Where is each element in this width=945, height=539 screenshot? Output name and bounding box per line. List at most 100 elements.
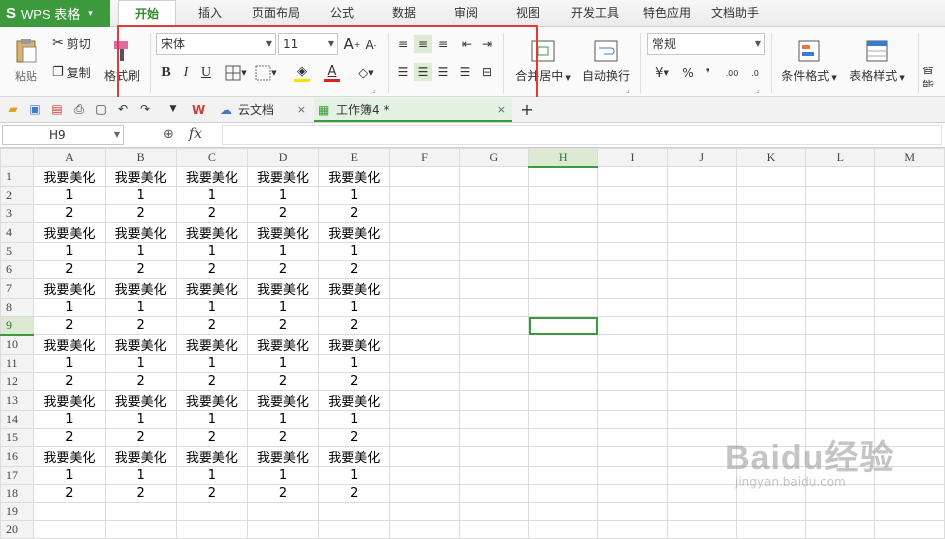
cell[interactable] <box>597 298 668 317</box>
cell[interactable] <box>874 260 945 279</box>
column-header[interactable]: H <box>528 148 599 168</box>
cell[interactable] <box>597 222 668 243</box>
cell[interactable]: 1 <box>33 298 106 317</box>
increase-decimal-button[interactable]: .00 <box>722 63 742 83</box>
cell[interactable] <box>104 520 177 539</box>
cell[interactable] <box>666 410 737 429</box>
tab-data[interactable]: 数据 <box>380 0 428 27</box>
cell[interactable]: 我要美化 <box>104 390 177 411</box>
cell[interactable] <box>597 166 668 187</box>
row-header[interactable]: 6 <box>0 260 35 279</box>
cell[interactable] <box>528 204 599 223</box>
cell[interactable]: 2 <box>318 372 391 391</box>
cell[interactable] <box>735 372 807 391</box>
cell[interactable] <box>528 298 599 317</box>
cell[interactable]: 我要美化 <box>104 446 177 467</box>
cell[interactable] <box>735 446 807 467</box>
cell[interactable] <box>805 334 876 355</box>
cell[interactable] <box>597 502 668 521</box>
cell[interactable]: 1 <box>246 298 320 317</box>
cell[interactable] <box>874 186 945 205</box>
cell[interactable] <box>666 390 737 411</box>
cell[interactable] <box>389 186 460 205</box>
cell[interactable] <box>874 372 945 391</box>
row-header[interactable]: 3 <box>0 204 35 223</box>
cell[interactable]: 2 <box>318 316 391 335</box>
copy-button[interactable]: ❐ 复制 <box>52 62 91 82</box>
cell[interactable]: 1 <box>246 466 320 485</box>
cell[interactable] <box>666 166 737 187</box>
cell[interactable] <box>735 334 807 355</box>
cell[interactable]: 1 <box>246 186 320 205</box>
cell[interactable] <box>389 484 460 503</box>
cell[interactable] <box>735 298 807 317</box>
cell[interactable] <box>528 502 599 521</box>
cell[interactable] <box>874 410 945 429</box>
cell[interactable]: 2 <box>104 316 177 335</box>
cell[interactable]: 我要美化 <box>104 334 177 355</box>
cell[interactable]: 1 <box>175 298 248 317</box>
column-header[interactable]: M <box>874 148 945 167</box>
cell[interactable] <box>389 242 460 261</box>
cell[interactable] <box>458 484 530 503</box>
cell[interactable] <box>389 278 460 299</box>
cell[interactable] <box>805 484 876 503</box>
cell[interactable]: 我要美化 <box>33 278 106 299</box>
cell[interactable]: 我要美化 <box>246 390 320 411</box>
cell[interactable] <box>458 502 530 521</box>
tab-home[interactable]: 开始 <box>118 0 176 28</box>
cell[interactable] <box>597 316 668 335</box>
cell[interactable] <box>528 334 599 355</box>
cell[interactable] <box>805 502 876 521</box>
select-all-corner[interactable] <box>0 148 35 167</box>
cell[interactable]: 2 <box>175 316 248 335</box>
cell[interactable] <box>735 520 807 539</box>
cell[interactable] <box>874 316 945 335</box>
cell[interactable]: 我要美化 <box>246 446 320 467</box>
row-header[interactable]: 13 <box>0 390 35 411</box>
cell[interactable] <box>735 186 807 205</box>
cell[interactable]: 我要美化 <box>33 222 106 243</box>
cell[interactable] <box>597 520 668 539</box>
cell[interactable] <box>389 334 460 355</box>
name-box[interactable]: H9 ▼ <box>2 125 124 145</box>
cell[interactable] <box>246 520 320 539</box>
open-file-icon[interactable]: ▰ <box>4 100 22 118</box>
cell[interactable] <box>528 222 599 243</box>
cell[interactable]: 我要美化 <box>104 278 177 299</box>
cell[interactable] <box>735 428 807 447</box>
cell[interactable]: 2 <box>175 260 248 279</box>
cell[interactable]: 1 <box>104 410 177 429</box>
cell[interactable] <box>528 520 599 539</box>
cell[interactable]: 我要美化 <box>246 334 320 355</box>
formula-input[interactable] <box>222 125 942 145</box>
cell[interactable] <box>735 316 807 335</box>
cell[interactable] <box>458 520 530 539</box>
currency-format-button[interactable]: ¥ ▼ <box>648 63 676 83</box>
wps-app-menu-button[interactable]: S WPS 表格 ▾ <box>0 0 110 27</box>
cell[interactable] <box>389 316 460 335</box>
row-header[interactable]: 9 <box>0 316 35 336</box>
cell[interactable] <box>318 520 391 539</box>
cell[interactable] <box>458 334 530 355</box>
tab-developer[interactable]: 开发工具 <box>562 0 628 27</box>
cell[interactable] <box>735 166 807 187</box>
row-header[interactable]: 1 <box>0 166 35 187</box>
cell[interactable] <box>666 446 737 467</box>
cell[interactable]: 我要美化 <box>175 446 248 467</box>
cell[interactable] <box>805 278 876 299</box>
clear-format-button[interactable]: ◇ ▼ <box>352 63 380 83</box>
cell[interactable] <box>874 334 945 355</box>
cell[interactable] <box>104 502 177 521</box>
cell[interactable] <box>666 428 737 447</box>
cell[interactable]: 2 <box>104 484 177 503</box>
tab-insert[interactable]: 插入 <box>186 0 234 27</box>
cell[interactable] <box>597 242 668 261</box>
font-dialog-launcher-icon[interactable]: ⌟ <box>372 85 376 94</box>
cell[interactable] <box>458 372 530 391</box>
new-tab-button[interactable]: + <box>518 99 536 119</box>
close-icon[interactable]: × <box>297 98 306 122</box>
cell[interactable]: 1 <box>318 354 391 373</box>
cell[interactable]: 2 <box>318 428 391 447</box>
cell[interactable]: 2 <box>318 204 391 223</box>
